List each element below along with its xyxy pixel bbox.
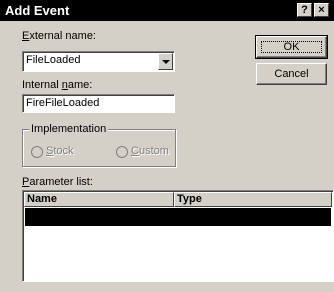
add-event-dialog: Add Event ? × External name: FileLoaded … — [0, 0, 334, 292]
custom-radio[interactable] — [116, 146, 128, 158]
column-header-type[interactable]: Type — [174, 192, 332, 207]
cancel-button-label: Cancel — [274, 68, 309, 80]
window-title: Add Event — [5, 3, 70, 18]
parameter-list-label: Parameter list: — [22, 176, 93, 188]
external-name-value: FileLoaded — [26, 54, 81, 66]
internal-name-input[interactable]: FireFileLoaded — [22, 94, 175, 113]
stock-radio[interactable] — [31, 146, 43, 158]
selected-parameter-row[interactable] — [25, 208, 331, 226]
title-bar: Add Event ? × — [0, 0, 334, 21]
column-header-name[interactable]: Name — [24, 192, 174, 207]
chevron-down-icon — [162, 60, 170, 64]
implementation-group-title: Implementation — [29, 123, 109, 135]
internal-name-label: Internal name: — [22, 79, 93, 91]
parameter-list[interactable]: Name Type — [22, 190, 334, 282]
help-button[interactable]: ? — [297, 3, 312, 17]
ok-button[interactable]: OK — [255, 35, 328, 59]
cancel-button[interactable]: Cancel — [256, 63, 327, 85]
external-name-dropdown-button[interactable] — [158, 53, 173, 70]
custom-radio-label: Custom — [131, 145, 169, 157]
external-name-label: External name: — [22, 30, 96, 42]
ok-button-label: OK — [283, 41, 300, 53]
external-name-combobox[interactable]: FileLoaded — [22, 51, 175, 72]
help-icon: ? — [301, 4, 308, 16]
internal-name-value: FireFileLoaded — [26, 97, 100, 109]
close-icon: × — [318, 4, 325, 16]
close-button[interactable]: × — [314, 3, 329, 17]
stock-radio-label: Stock — [46, 145, 74, 157]
